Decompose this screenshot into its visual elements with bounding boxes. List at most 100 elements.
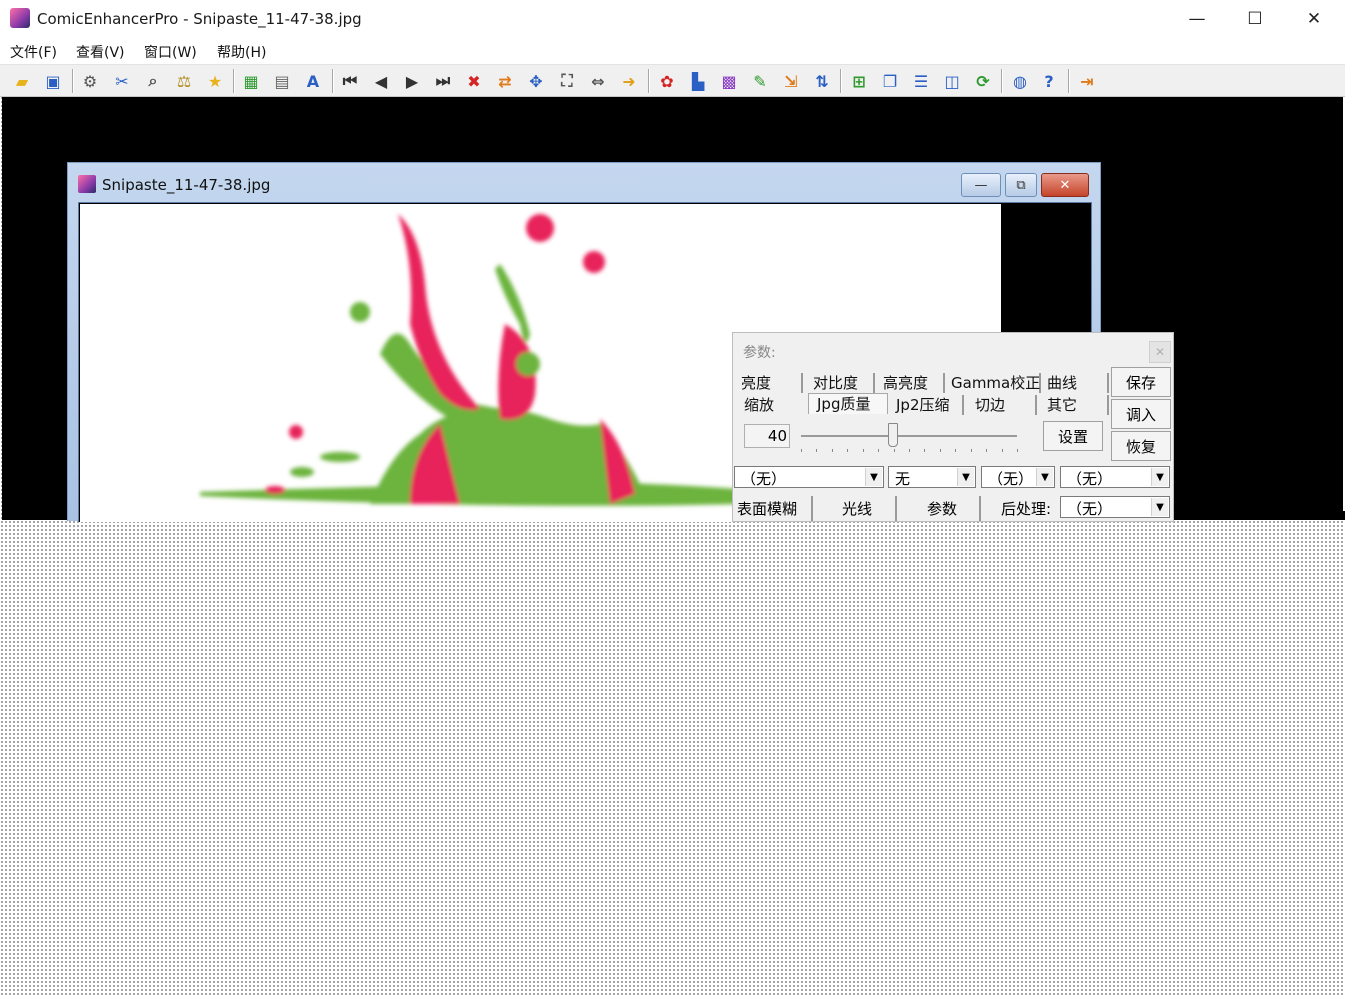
tab-jpg-quality[interactable]: Jpg质量 — [808, 393, 888, 414]
chevron-down-icon[interactable]: ▼ — [1151, 498, 1168, 516]
delete-icon[interactable]: ✖ — [462, 69, 486, 93]
export-icon[interactable]: ➜ — [617, 69, 641, 93]
restore-params-button[interactable]: 恢复 — [1111, 431, 1171, 461]
filter-select-2-value: 无 — [895, 470, 911, 488]
load-params-button[interactable]: 调入 — [1111, 399, 1171, 429]
slider-tick — [939, 449, 941, 452]
help-book-icon[interactable]: ? — [1037, 69, 1061, 93]
set-button[interactable]: 设置 — [1043, 421, 1103, 451]
toolbar: ▰ ▣ ⚙ ✂ ⌕ ⚖ ★ ▦ ▤ A ⏮ ◀ ▶ ⏭ ✖ ⇄ ✥ ⛶ ⇔ ➜ ✿ ▙ ▩ ✎ ⇲ ⇅ ⊞ ❐ ☰ ◫ ⟳ ◍? ⇥ — [0, 65, 1345, 97]
chevron-down-icon[interactable]: ▼ — [957, 468, 974, 486]
minimize-button[interactable]: — — [1168, 0, 1226, 38]
tab-contrast[interactable]: 对比度 — [805, 373, 875, 393]
slider-tick — [878, 449, 880, 452]
palette-icon[interactable]: ▩ — [717, 69, 741, 93]
spellcheck-icon[interactable]: A — [301, 69, 325, 93]
split-horizontal-icon[interactable]: ☰ — [909, 69, 933, 93]
filter-select-3[interactable]: （无） ▼ — [981, 466, 1055, 488]
swap-icon[interactable]: ⇄ — [493, 69, 517, 93]
chevron-down-icon[interactable]: ▼ — [865, 468, 882, 486]
open-folder-icon[interactable]: ▰ — [10, 69, 34, 93]
toolbar-separator — [72, 69, 74, 93]
favorite-star-icon[interactable]: ★ — [203, 69, 227, 93]
slider-tick — [801, 449, 802, 452]
tab-brightness[interactable]: 亮度 — [733, 373, 803, 393]
quality-slider-thumb[interactable] — [887, 423, 898, 447]
find-icon[interactable]: ⌕ — [141, 69, 165, 93]
split-vertical-icon[interactable]: ◫ — [940, 69, 964, 93]
compare-icon[interactable]: ⚖ — [172, 69, 196, 93]
post-process-value: （无） — [1067, 500, 1113, 518]
save-icon[interactable]: ▣ — [41, 69, 65, 93]
batch-icon[interactable]: ⚙ — [78, 69, 102, 93]
filter-select-4[interactable]: （无） ▼ — [1060, 466, 1170, 488]
toolbar-separator — [233, 69, 235, 93]
grid-icon[interactable]: ▦ — [239, 69, 263, 93]
menu-file[interactable]: 文件(F) — [10, 42, 57, 62]
workspace-edge — [1172, 511, 1345, 520]
child-restore-button[interactable]: ⧉ — [1005, 173, 1037, 197]
slider-tick — [816, 449, 818, 452]
slider-tick — [909, 449, 910, 452]
quality-slider-track[interactable] — [801, 435, 1017, 437]
brush-icon[interactable]: ✎ — [748, 69, 772, 93]
panel-close-button[interactable]: ✕ — [1149, 341, 1171, 363]
fit-width-icon[interactable]: ⇔ — [586, 69, 610, 93]
child-minimize-button[interactable]: — — [961, 173, 1001, 197]
tab-scale[interactable]: 缩放 — [736, 395, 810, 415]
tab-params[interactable]: 参数 — [905, 496, 981, 521]
slider-tick — [986, 449, 988, 452]
add-page-icon[interactable]: ⊞ — [847, 69, 871, 93]
chevron-down-icon[interactable]: ▼ — [1151, 468, 1168, 486]
layers-icon[interactable]: ❐ — [878, 69, 902, 93]
document-icon — [78, 175, 96, 193]
toolbar-separator — [332, 69, 334, 93]
tab-highlight[interactable]: 高亮度 — [875, 373, 945, 393]
quality-value[interactable]: 40 — [744, 424, 790, 448]
menu-view[interactable]: 查看(V) — [76, 42, 125, 62]
tab-jp2-compress[interactable]: Jp2压缩 — [888, 395, 964, 415]
next-page-icon[interactable]: ▶ — [400, 69, 424, 93]
window-title: ComicEnhancerPro - Snipaste_11-47-38.jpg — [37, 10, 362, 28]
histogram-icon[interactable]: ▙ — [686, 69, 710, 93]
filter-select-3-value: （无） — [988, 470, 1034, 488]
slider-tick — [1001, 449, 1003, 452]
first-page-icon[interactable]: ⏮ — [338, 69, 362, 93]
last-page-icon[interactable]: ⏭ — [431, 69, 455, 93]
color-wheel-icon[interactable]: ✿ — [655, 69, 679, 93]
fit-screen-icon[interactable]: ⛶ — [555, 69, 579, 93]
parameters-panel: 参数: ✕ 亮度 对比度 高亮度 Gamma校正 曲线 缩放 Jpg质量 Jp2… — [732, 332, 1174, 522]
tab-surface-blur[interactable]: 表面模糊 — [733, 496, 813, 521]
post-process-label: 后处理: — [1001, 500, 1052, 518]
menu-bar: 文件(F) 查看(V) 窗口(W) 帮助(H) — [0, 38, 1345, 65]
fit-icon[interactable]: ✥ — [524, 69, 548, 93]
slider-tick — [1017, 449, 1018, 452]
prev-page-icon[interactable]: ◀ — [369, 69, 393, 93]
tab-gamma[interactable]: Gamma校正 — [943, 373, 1041, 393]
maximize-button[interactable]: ☐ — [1226, 0, 1284, 38]
tab-crop[interactable]: 切边 — [967, 395, 1037, 415]
menu-help[interactable]: 帮助(H) — [217, 42, 266, 62]
chevron-down-icon[interactable]: ▼ — [1036, 468, 1053, 486]
pages-icon[interactable]: ▤ — [270, 69, 294, 93]
tab-lighting[interactable]: 光线 — [819, 496, 897, 521]
cut-icon[interactable]: ✂ — [110, 69, 134, 93]
save-params-button[interactable]: 保存 — [1111, 367, 1171, 397]
tab-curves[interactable]: 曲线 — [1039, 373, 1109, 393]
slider-tick — [955, 449, 957, 452]
post-process-select[interactable]: （无） ▼ — [1060, 496, 1170, 518]
menu-window[interactable]: 窗口(W) — [144, 42, 197, 62]
filter-select-2[interactable]: 无 ▼ — [888, 466, 976, 488]
import-icon[interactable]: ⇲ — [779, 69, 803, 93]
exit-icon[interactable]: ⇥ — [1075, 69, 1099, 93]
child-close-button[interactable]: ✕ — [1041, 173, 1089, 197]
globe-icon[interactable]: ◍ — [1008, 69, 1032, 93]
refresh-icon[interactable]: ⟳ — [971, 69, 995, 93]
close-button[interactable]: ✕ — [1285, 0, 1343, 38]
title-bar: ComicEnhancerPro - Snipaste_11-47-38.jpg… — [0, 0, 1345, 38]
sort-icon[interactable]: ⇅ — [810, 69, 834, 93]
slider-tick — [862, 449, 864, 452]
filter-select-1[interactable]: （无） ▼ — [734, 466, 884, 488]
toolbar-separator — [1068, 69, 1070, 93]
tab-other[interactable]: 其它 — [1039, 395, 1109, 415]
